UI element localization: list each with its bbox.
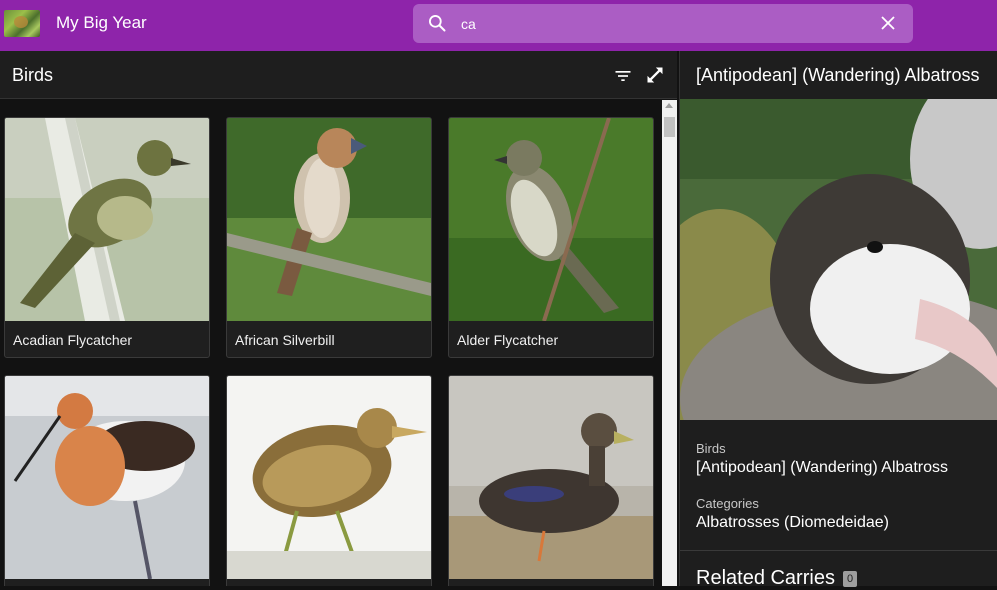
bird-card[interactable]: Acadian Flycatcher (4, 117, 210, 358)
divider (680, 550, 997, 551)
bird-name: African Silverbill (235, 332, 335, 348)
scroll-up-arrow-icon[interactable] (665, 103, 673, 108)
related-carries-heading: Related Carries 0 (696, 567, 858, 590)
bird-name: Alder Flycatcher (457, 332, 559, 348)
list-title: Birds (12, 65, 54, 85)
detail-header: [Antipodean] (Wandering) Albatross (680, 51, 997, 99)
detail-title: [Antipodean] (Wandering) Albatross (696, 65, 980, 85)
related-count-badge: 0 (842, 571, 858, 587)
list-header: Birds (0, 51, 677, 99)
bird-card[interactable]: African Silverbill (226, 117, 432, 358)
app-title: My Big Year (56, 13, 147, 32)
field-label-birds: Birds (696, 441, 726, 456)
search-input[interactable] (461, 13, 861, 35)
close-icon[interactable] (879, 14, 897, 32)
search-bar[interactable] (413, 4, 913, 43)
bird-photo (227, 118, 431, 321)
field-label-categories: Categories (696, 496, 759, 511)
bird-photo (449, 376, 653, 579)
field-value-birds[interactable]: [Antipodean] (Wandering) Albatross (696, 459, 948, 477)
detail-pane: [Antipodean] (Wandering) Albatross Birds… (679, 51, 997, 589)
filter-icon[interactable] (613, 66, 633, 86)
bird-card[interactable] (226, 375, 432, 586)
search-icon (429, 15, 446, 32)
bird-photo (449, 118, 653, 321)
field-value-categories[interactable]: Albatrosses (Diomedeidae) (696, 514, 889, 532)
app-bar: My Big Year (0, 0, 997, 51)
bird-card[interactable]: Alder Flycatcher (448, 117, 654, 358)
list-scrollbar[interactable] (662, 100, 677, 586)
birds-list-pane: Birds Acadian Flycatcher African Silverb… (0, 51, 677, 586)
bird-card[interactable] (4, 375, 210, 586)
detail-photo (680, 99, 997, 420)
bird-photo (5, 118, 209, 321)
birds-grid: Acadian Flycatcher African Silverbill Al… (0, 100, 662, 586)
app-logo[interactable] (4, 10, 40, 37)
bird-name: Acadian Flycatcher (13, 332, 133, 348)
bird-card[interactable] (448, 375, 654, 586)
bird-photo (227, 376, 431, 579)
scroll-thumb[interactable] (664, 117, 675, 137)
bird-photo (5, 376, 209, 579)
expand-icon[interactable] (645, 65, 665, 85)
detail-info: Birds [Antipodean] (Wandering) Albatross… (680, 421, 997, 551)
